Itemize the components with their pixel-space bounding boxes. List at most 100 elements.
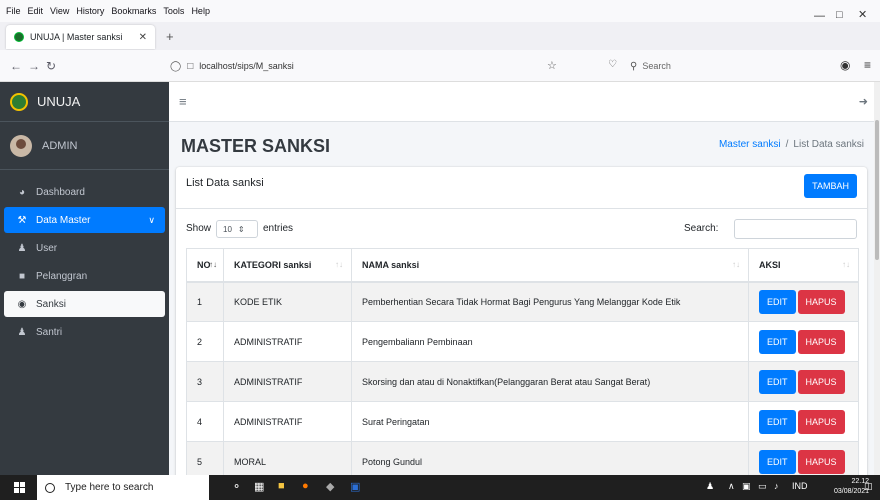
eye-icon: ◉ (17, 298, 27, 310)
entries-label: entries (263, 223, 294, 234)
logout-icon[interactable]: ➜ (859, 95, 868, 108)
app-icon[interactable]: ◆ (326, 480, 334, 493)
address-bar[interactable]: ◯ □ localhost/sips/M_sanksi (170, 56, 580, 76)
tray-up-icon[interactable]: ∧ (728, 481, 735, 492)
shield-icon: ◯ (170, 60, 182, 72)
add-button[interactable]: TAMBAH (804, 174, 857, 198)
maximize-icon[interactable]: □ (836, 9, 843, 21)
taskbar-search-input[interactable]: Type here to search (37, 475, 209, 500)
cell-aksi: EDIT HAPUS (748, 401, 859, 442)
cell-kategori: ADMINISTRATIF (223, 401, 352, 442)
delete-button[interactable]: HAPUS (797, 289, 845, 314)
datatable-controls: Show 10 ⇕ entries Search: (176, 219, 867, 239)
notification-icon[interactable]: ◫ (864, 481, 873, 492)
edit-button[interactable]: EDIT (759, 409, 796, 434)
sidebar-item-dashboard[interactable]: ◕ Dashboard (4, 179, 165, 205)
back-icon[interactable]: ← (10, 59, 22, 73)
sidebar-item-sanksi[interactable]: ◉ Sanksi (4, 291, 165, 317)
menu-help[interactable]: Help (191, 6, 210, 16)
mic-icon[interactable]: ⚬ (232, 480, 241, 493)
minimize-icon[interactable]: — (814, 10, 825, 22)
close-window-icon[interactable]: ✕ (858, 8, 867, 21)
firefox-icon[interactable]: ● (302, 480, 309, 492)
sidebar-item-label: User (36, 242, 58, 254)
browser-tab[interactable]: UNUJA | Master sanksi ✕ (6, 25, 155, 49)
cell-aksi: EDIT HAPUS (748, 281, 859, 322)
sidebar-item-data-master[interactable]: ⚒ Data Master ∨ (4, 207, 165, 233)
column-header-no[interactable]: NO ↑↓ (186, 248, 224, 283)
cell-no: 2 (186, 321, 224, 362)
cortana-circle-icon (45, 482, 55, 493)
delete-button[interactable]: HAPUS (797, 409, 845, 434)
table-search-input[interactable] (734, 219, 857, 239)
sort-icon: ↑↓ (732, 260, 740, 269)
menu-view[interactable]: View (50, 6, 69, 16)
language-indicator[interactable]: IND (792, 481, 808, 491)
browser-search-input[interactable]: ⚲ Search (626, 56, 796, 76)
hamburger-icon[interactable]: ≡ (179, 94, 187, 109)
sidebar-item-santri[interactable]: ♟ Santri (4, 319, 165, 345)
sidebar-item-user[interactable]: ♟ User (4, 235, 165, 261)
cell-kategori: ADMINISTRATIF (223, 361, 352, 402)
sidebar-menu: ◕ Dashboard ⚒ Data Master ∨ ♟ User ■ Pel… (0, 170, 169, 345)
task-view-icon[interactable]: ▦ (254, 480, 264, 493)
extension-icon[interactable]: ◉ (840, 58, 850, 72)
sort-asc-icon: ↑↓ (209, 260, 217, 269)
delete-button[interactable]: HAPUS (797, 369, 845, 394)
brand-text: UNUJA (37, 94, 81, 109)
entries-length-select[interactable]: 10 ⇕ (216, 220, 258, 238)
browser-menubar: File Edit View History Bookmarks Tools H… (0, 0, 880, 22)
new-tab-icon[interactable]: + (166, 29, 174, 44)
bookmark-star-icon[interactable]: ☆ (547, 59, 557, 72)
cell-aksi: EDIT HAPUS (748, 441, 859, 475)
sort-icon: ↑↓ (842, 260, 850, 269)
menu-history[interactable]: History (76, 6, 104, 16)
edit-button[interactable]: EDIT (759, 449, 796, 474)
breadcrumb-link[interactable]: Master sanksi (719, 139, 781, 150)
brand-link[interactable]: UNUJA (0, 82, 169, 122)
windows-start-icon[interactable] (14, 482, 25, 493)
word-icon[interactable]: ▣ (350, 480, 360, 493)
network-icon[interactable]: ▣ (742, 481, 751, 492)
cell-aksi: EDIT HAPUS (748, 361, 859, 402)
sidebar: UNUJA ADMIN ◕ Dashboard ⚒ Data Master ∨ … (0, 82, 169, 475)
cell-nama: Potong Gundul (351, 441, 749, 475)
app-menu-icon[interactable]: ≡ (864, 58, 871, 72)
volume-icon[interactable]: ♪ (774, 481, 779, 491)
menu-edit[interactable]: Edit (28, 6, 44, 16)
page-icon: □ (187, 60, 194, 72)
table-row: 2 ADMINISTRATIF Pengembaliann Pembinaan … (186, 321, 859, 362)
scrollbar-thumb[interactable] (875, 120, 879, 260)
delete-button[interactable]: HAPUS (797, 329, 845, 354)
sort-icon: ↑↓ (335, 260, 343, 269)
user-icon: ♟ (17, 242, 27, 254)
forward-icon[interactable]: → (28, 59, 40, 73)
favicon-icon (14, 32, 24, 42)
cell-no: 5 (186, 441, 224, 475)
close-tab-icon[interactable]: ✕ (139, 32, 147, 43)
menu-file[interactable]: File (6, 6, 21, 16)
column-header-aksi[interactable]: AKSI ↑↓ (748, 248, 859, 283)
edit-button[interactable]: EDIT (759, 369, 796, 394)
pocket-icon[interactable]: ♡ (608, 59, 617, 70)
search-label: Search: (684, 223, 719, 234)
user-panel[interactable]: ADMIN (0, 122, 169, 170)
column-header-nama[interactable]: NAMA sanksi ↑↓ (351, 248, 749, 283)
menu-tools[interactable]: Tools (163, 6, 184, 16)
breadcrumb-separator: / (785, 139, 789, 150)
cell-no: 1 (186, 281, 224, 322)
delete-button[interactable]: HAPUS (797, 449, 845, 474)
file-explorer-icon[interactable]: ■ (278, 480, 285, 492)
battery-icon[interactable]: ▭ (758, 481, 767, 492)
sidebar-item-label: Sanksi (36, 298, 67, 310)
cell-aksi: EDIT HAPUS (748, 321, 859, 362)
sidebar-item-pelanggran[interactable]: ■ Pelanggran (4, 263, 165, 289)
url-text: localhost/sips/M_sanksi (199, 61, 294, 71)
people-icon[interactable]: ♟ (706, 481, 714, 492)
table-row: 5 MORAL Potong Gundul EDIT HAPUS (186, 441, 859, 475)
edit-button[interactable]: EDIT (759, 329, 796, 354)
reload-icon[interactable]: ↻ (46, 59, 56, 73)
menu-bookmarks[interactable]: Bookmarks (111, 6, 156, 16)
edit-button[interactable]: EDIT (759, 289, 796, 314)
column-header-kategori[interactable]: KATEGORI sanksi ↑↓ (223, 248, 352, 283)
